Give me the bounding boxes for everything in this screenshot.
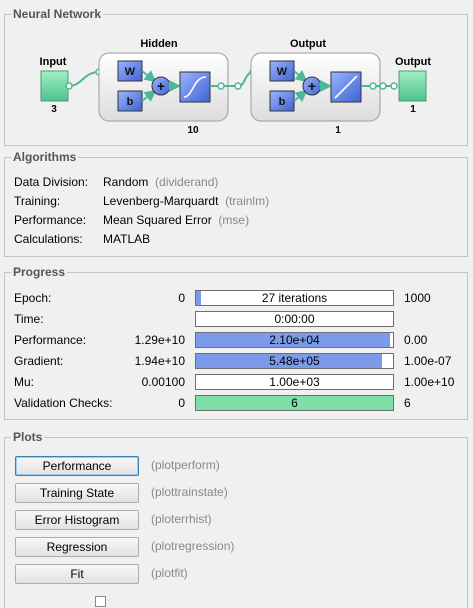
algo-row-training: Training: — [14, 193, 60, 209]
progress-end-value: 6 — [404, 396, 411, 410]
progress-label: Gradient: — [14, 354, 64, 368]
algo-value-text: Random — [103, 175, 149, 189]
algo-row-division: Data Division: — [14, 174, 88, 190]
output-layer-label: Output — [290, 38, 326, 50]
algo-label: Training: — [14, 194, 61, 208]
progress-label: Validation Checks: — [14, 396, 113, 410]
progress-start-value: 1.29e+10 — [134, 333, 185, 347]
progress-bar: 6 — [195, 395, 394, 411]
algo-value-text: Mean Squared Error — [103, 213, 212, 227]
plot-function-name: (plotfit) — [151, 566, 188, 580]
progress-bar-text: 27 iterations — [261, 291, 328, 305]
progress-bar-text: 1.00e+03 — [269, 375, 320, 389]
plot-function-name: (plottrainstate) — [151, 485, 228, 499]
network-diagram: Input 3 Hidden W b + 10 Output W b + 1 O… — [40, 38, 432, 136]
panel-title: Algorithms — [11, 150, 79, 164]
progress-bar: 5.48e+05 — [195, 353, 394, 369]
output-layer-size: 1 — [335, 125, 341, 136]
progress-start-value: 0.00100 — [141, 375, 185, 389]
panel-title: Plots — [11, 430, 45, 444]
svg-text:+: + — [308, 78, 316, 94]
svg-text:+: + — [157, 78, 165, 94]
algo-row-performance: Performance: — [14, 212, 86, 228]
output-block — [398, 70, 427, 102]
algo-label: Performance: — [14, 213, 87, 227]
progress-start-value: 1.94e+10 — [134, 354, 185, 368]
progress-panel: Progress Epoch: 0 27 iterations 1000 Time: 0:… — [4, 265, 468, 420]
algo-label: Calculations: — [14, 232, 83, 246]
input-block — [40, 70, 69, 102]
algo-label: Data Division: — [14, 175, 89, 189]
hidden-label: Hidden — [140, 38, 178, 50]
progress-bar: 27 iterations — [195, 290, 394, 306]
progress-bar: 0:00:00 — [195, 311, 394, 327]
algo-value: Mean Squared Error (mse) — [103, 212, 249, 228]
algo-value: Random (dividerand) — [103, 174, 218, 190]
progress-end-value: 1.00e-07 — [404, 354, 452, 368]
progress-bar-text: 6 — [291, 396, 298, 410]
output-size: 1 — [410, 104, 416, 115]
algo-value-text: Levenberg-Marquardt — [103, 194, 219, 208]
plot-button-training-state[interactable]: Training State — [15, 483, 139, 503]
svg-text:b: b — [127, 96, 134, 108]
progress-bar: 1.00e+03 — [195, 374, 394, 390]
progress-bar-text: 2.10e+04 — [269, 333, 320, 347]
algo-value: MATLAB — [103, 231, 150, 247]
plot-function-name: (ploterrhist) — [151, 512, 212, 526]
plot-function-name: (plotperform) — [151, 458, 220, 472]
progress-end-value: 0.00 — [404, 333, 428, 347]
progress-bar: 2.10e+04 — [195, 332, 394, 348]
algo-fn: (mse) — [218, 213, 250, 227]
checkbox[interactable] — [95, 596, 106, 607]
progress-start-value: 0 — [178, 291, 185, 305]
hidden-size: 10 — [187, 125, 199, 136]
progress-end-value: 1000 — [404, 291, 431, 305]
algo-fn: (dividerand) — [155, 175, 219, 189]
plot-function-name: (plotregression) — [151, 539, 235, 553]
algo-row-calculations: Calculations: — [14, 231, 83, 247]
svg-text:W: W — [125, 66, 136, 78]
algorithms-panel: Algorithms Data Division: Random (divide… — [4, 150, 468, 257]
plot-button-performance[interactable]: Performance — [15, 456, 139, 476]
progress-bar-text: 5.48e+05 — [269, 354, 320, 368]
progress-label: Epoch: — [14, 291, 52, 305]
progress-label: Performance: — [14, 333, 87, 347]
neural-network-panel: Neural Network Input 3 Hidden W b + 10 O… — [4, 7, 468, 146]
progress-end-value: 1.00e+10 — [404, 375, 455, 389]
plot-button-regression[interactable]: Regression — [15, 537, 139, 557]
plot-button-error-histogram[interactable]: Error Histogram — [15, 510, 139, 530]
panel-title: Progress — [11, 265, 68, 279]
algo-fn: (trainlm) — [225, 194, 270, 208]
progress-bar-text: 0:00:00 — [274, 312, 315, 326]
plots-panel: Plots Performance (plotperform) Training S… — [4, 430, 468, 608]
progress-label: Time: — [14, 312, 44, 326]
algo-value: Levenberg-Marquardt (trainlm) — [103, 193, 269, 209]
progress-label: Mu: — [14, 375, 35, 389]
svg-text:b: b — [279, 96, 286, 108]
progress-start-value: 0 — [178, 396, 185, 410]
input-size: 3 — [51, 104, 57, 115]
algo-value-text: MATLAB — [103, 232, 151, 246]
output-label: Output — [395, 56, 431, 68]
plot-button-fit[interactable]: Fit — [15, 564, 139, 584]
input-label: Input — [40, 56, 67, 68]
svg-text:W: W — [277, 66, 288, 78]
